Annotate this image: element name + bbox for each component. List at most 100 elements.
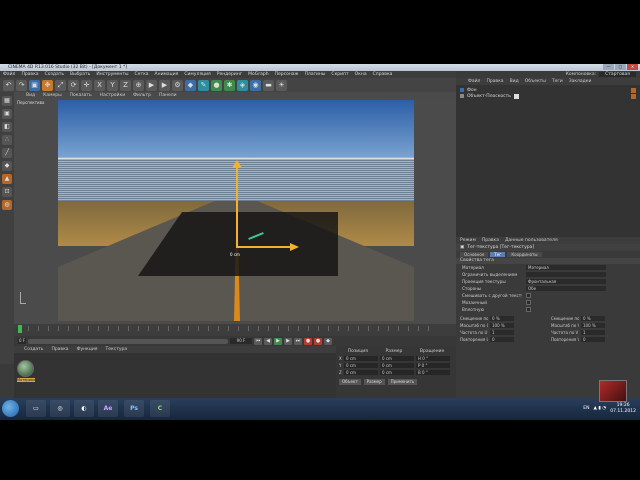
coord-field[interactable]: P 0 ° xyxy=(416,363,450,368)
material-menu-edit[interactable]: Правка xyxy=(51,347,68,352)
render-view-icon[interactable]: ▶ xyxy=(146,79,157,91)
move-tool-icon[interactable]: ✛ xyxy=(81,79,92,91)
coord-field[interactable]: 0 cm xyxy=(344,363,378,368)
tab-coordinates[interactable]: Координаты xyxy=(507,252,542,257)
select-icon[interactable]: ▣ xyxy=(29,79,40,91)
viewport-menu-cameras[interactable]: Камеры xyxy=(43,93,62,98)
z-axis-icon[interactable]: Z xyxy=(120,79,131,91)
coord-field[interactable]: 0 cm xyxy=(380,363,414,368)
coord-field[interactable]: B 0 ° xyxy=(416,370,450,375)
camtasia-icon[interactable]: C xyxy=(150,400,170,417)
minimize-button[interactable]: — xyxy=(603,64,614,70)
snap-icon[interactable]: ⊡ xyxy=(2,187,12,197)
chrome-icon[interactable]: ◎ xyxy=(50,400,70,417)
x-axis-handle[interactable] xyxy=(236,246,292,248)
material-field[interactable]: Материал xyxy=(526,265,606,270)
viewport-menu-display[interactable]: Показать xyxy=(70,93,92,98)
param-field[interactable]: 0 xyxy=(490,337,514,342)
texture-axis-icon[interactable]: ▲ xyxy=(2,174,12,184)
go-to-end-icon[interactable]: ⏭ xyxy=(294,337,302,345)
edges-mode-icon[interactable]: ╱ xyxy=(2,148,12,158)
start-button[interactable] xyxy=(2,400,19,417)
texture-tag-icon[interactable] xyxy=(631,87,636,93)
after-effects-icon[interactable]: Ae xyxy=(98,400,118,417)
model-mode-icon[interactable]: ▣ xyxy=(2,109,12,119)
menu-script[interactable]: Скрипт xyxy=(331,72,348,77)
render-settings-icon[interactable]: ⚙ xyxy=(172,79,183,91)
menu-animate[interactable]: Анимация xyxy=(155,72,179,77)
array-icon[interactable]: ✱ xyxy=(224,79,235,91)
x-axis-arrow-icon[interactable] xyxy=(290,243,299,251)
compositing-tag-icon[interactable] xyxy=(513,93,519,99)
make-editable-icon[interactable]: ▦ xyxy=(2,96,12,106)
tile-checkbox[interactable] xyxy=(526,300,531,305)
attributes-menu-edit[interactable]: Правка xyxy=(482,238,499,243)
timeline-ruler[interactable] xyxy=(18,326,438,331)
start-frame-field[interactable]: 0 F xyxy=(18,338,26,344)
menu-plugins[interactable]: Плагины xyxy=(305,72,326,77)
apply-button[interactable]: Применить xyxy=(387,379,418,385)
layout-dropdown[interactable]: Стартовая xyxy=(599,72,636,77)
param-field[interactable]: 0 % xyxy=(490,316,514,321)
coord-size-dropdown[interactable]: Размер xyxy=(363,379,385,385)
camera-icon[interactable]: ▬ xyxy=(263,79,274,91)
y-axis-handle[interactable] xyxy=(236,166,238,248)
side-dropdown[interactable]: Обе xyxy=(526,286,606,291)
close-button[interactable]: ✕ xyxy=(627,64,638,70)
end-frame-field[interactable]: 90 F xyxy=(230,338,252,344)
objects-menu-edit[interactable]: Правка xyxy=(486,79,503,84)
language-indicator[interactable]: EN xyxy=(583,406,589,411)
tray-icons[interactable]: ▲ ▮ ◔ xyxy=(594,406,607,411)
polygons-mode-icon[interactable]: ◆ xyxy=(2,161,12,171)
photoshop-icon[interactable]: Ps xyxy=(124,400,144,417)
menu-window[interactable]: Окна xyxy=(355,72,367,77)
param-field[interactable]: 1 xyxy=(490,330,514,335)
param-field[interactable]: 100 % xyxy=(490,323,514,328)
texture-mode-icon[interactable]: ◧ xyxy=(2,122,12,132)
param-field[interactable]: 1 xyxy=(581,330,605,335)
list-item[interactable]: Объект-Плоскость xyxy=(460,93,636,99)
go-to-start-icon[interactable]: ⏮ xyxy=(254,337,262,345)
undo-icon[interactable]: ↶ xyxy=(3,79,14,91)
perspective-viewport[interactable]: Перспектива 0 cm xyxy=(14,98,456,324)
restrict-selection-field[interactable] xyxy=(526,272,606,277)
prev-key-icon[interactable]: ◀ xyxy=(264,337,272,345)
keyframe-selection-icon[interactable]: ◆ xyxy=(324,337,332,345)
objects-menu-file[interactable]: Файл xyxy=(468,79,480,84)
redo-icon[interactable]: ↷ xyxy=(16,79,27,91)
explorer-icon[interactable]: ▭ xyxy=(26,400,46,417)
tab-tag[interactable]: Тег xyxy=(490,252,506,257)
scene-icon[interactable]: ◉ xyxy=(250,79,261,91)
menu-simulate[interactable]: Симуляция xyxy=(184,72,210,77)
param-field[interactable]: 0 xyxy=(581,337,605,342)
next-key-icon[interactable]: ▶ xyxy=(284,337,292,345)
y-axis-icon[interactable]: Y xyxy=(107,79,118,91)
material-menu-create[interactable]: Создать xyxy=(24,347,43,352)
light-icon[interactable]: ☀ xyxy=(276,79,287,91)
subdivision-icon[interactable]: ● xyxy=(211,79,222,91)
timeline[interactable] xyxy=(14,324,456,336)
texture-tag-icon[interactable] xyxy=(631,93,636,99)
current-frame-marker[interactable] xyxy=(18,325,22,333)
objects-menu-tags[interactable]: Теги xyxy=(552,79,563,84)
objects-menu-objects[interactable]: Объекты xyxy=(525,79,546,84)
menu-mograph[interactable]: MoGraph xyxy=(248,72,268,77)
clock[interactable]: 19:26 07.11.2012 xyxy=(610,403,636,415)
menu-render[interactable]: Рендеринг xyxy=(217,72,242,77)
rotate-icon[interactable]: ⟳ xyxy=(68,79,79,91)
material-menu-function[interactable]: Функция xyxy=(77,347,98,352)
menu-edit[interactable]: Правка xyxy=(21,72,38,77)
viewport-menu-panel[interactable]: Панели xyxy=(159,93,177,98)
menu-help[interactable]: Справка xyxy=(373,72,393,77)
move-icon[interactable]: ✥ xyxy=(42,79,53,91)
objects-menu-view[interactable]: Вид xyxy=(510,79,519,84)
deformer-icon[interactable]: ◈ xyxy=(237,79,248,91)
pen-icon[interactable]: ✎ xyxy=(198,79,209,91)
y-axis-arrow-icon[interactable] xyxy=(232,160,242,168)
menu-tools[interactable]: Инструменты xyxy=(96,72,128,77)
record-icon[interactable]: ● xyxy=(304,337,312,345)
points-mode-icon[interactable]: ∴ xyxy=(2,135,12,145)
menu-file[interactable]: Файл xyxy=(3,72,15,77)
viewport-menu-filter[interactable]: Фильтр xyxy=(133,93,151,98)
projection-dropdown[interactable]: Фронтальная xyxy=(526,279,606,284)
